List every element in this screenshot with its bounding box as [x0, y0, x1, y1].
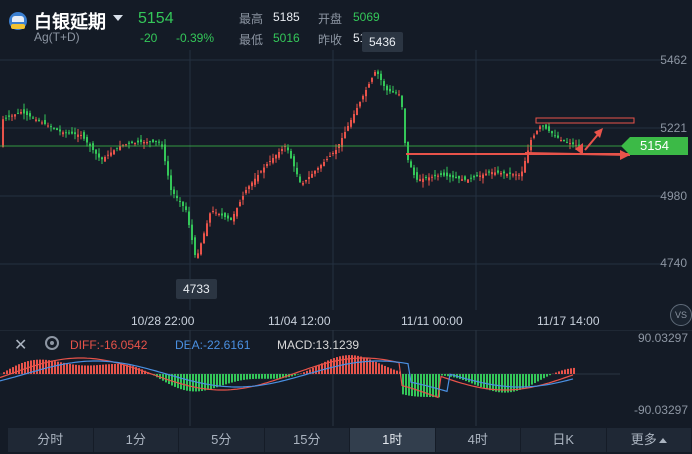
candlestick-chart[interactable] [0, 50, 692, 330]
open-label: 开盘 [318, 12, 343, 26]
high-value: 5185 [273, 10, 300, 24]
tab-4hour[interactable]: 4时 [435, 428, 521, 452]
high-callout: 5436 [362, 32, 403, 52]
low-callout: 4733 [176, 279, 217, 299]
silver-logo-icon [9, 12, 27, 30]
tab-more-label: 更多 [630, 432, 657, 447]
last-price: 5154 [138, 10, 174, 27]
x-tick-label: 11/17 14:00 [537, 314, 600, 328]
chart-grid [0, 50, 662, 310]
prev-close-label: 昨收 [318, 33, 343, 47]
x-tick-label: 11/11 00:00 [401, 314, 463, 328]
resistance-box [535, 117, 635, 124]
tab-timeshare[interactable]: 分时 [8, 428, 94, 452]
low-value: 5016 [273, 31, 300, 45]
tab-1hour[interactable]: 1时 [350, 428, 436, 452]
current-price-tag: 5154 [621, 137, 688, 155]
period-tabs: 分时 1分 5分 15分 1时 4时 日K 更多 [8, 428, 692, 452]
open-value: 5069 [353, 10, 380, 24]
macd-chart [0, 330, 692, 426]
candlestick-series [2, 69, 580, 259]
y-tick-label: 4980 [660, 189, 687, 203]
quote-header: 白银延期 Ag(T+D) 5154 -20 -0.39% 最高 5185 开盘 … [0, 0, 692, 50]
x-tick-label: 10/28 22:00 [131, 314, 195, 328]
price-change: -20 [140, 31, 158, 45]
y-tick-label: 5462 [660, 53, 687, 67]
y-tick-label: 4740 [660, 256, 687, 270]
low-label: 最低 [239, 33, 264, 47]
high-label: 最高 [239, 12, 264, 26]
instrument-code: Ag(T+D) [34, 30, 80, 44]
tab-5min[interactable]: 5分 [179, 428, 265, 452]
price-change-percent: -0.39% [176, 31, 215, 45]
tab-1min[interactable]: 1分 [93, 428, 179, 452]
dropdown-caret-icon[interactable] [113, 15, 123, 21]
x-tick-label: 11/04 12:00 [268, 314, 331, 328]
caret-up-icon [658, 438, 667, 444]
tab-daily[interactable]: 日K [521, 428, 607, 452]
tab-15min[interactable]: 15分 [264, 428, 350, 452]
vs-button[interactable]: VS [670, 304, 692, 326]
y-tick-label: 5221 [660, 121, 687, 135]
tab-more[interactable]: 更多 [606, 428, 692, 452]
